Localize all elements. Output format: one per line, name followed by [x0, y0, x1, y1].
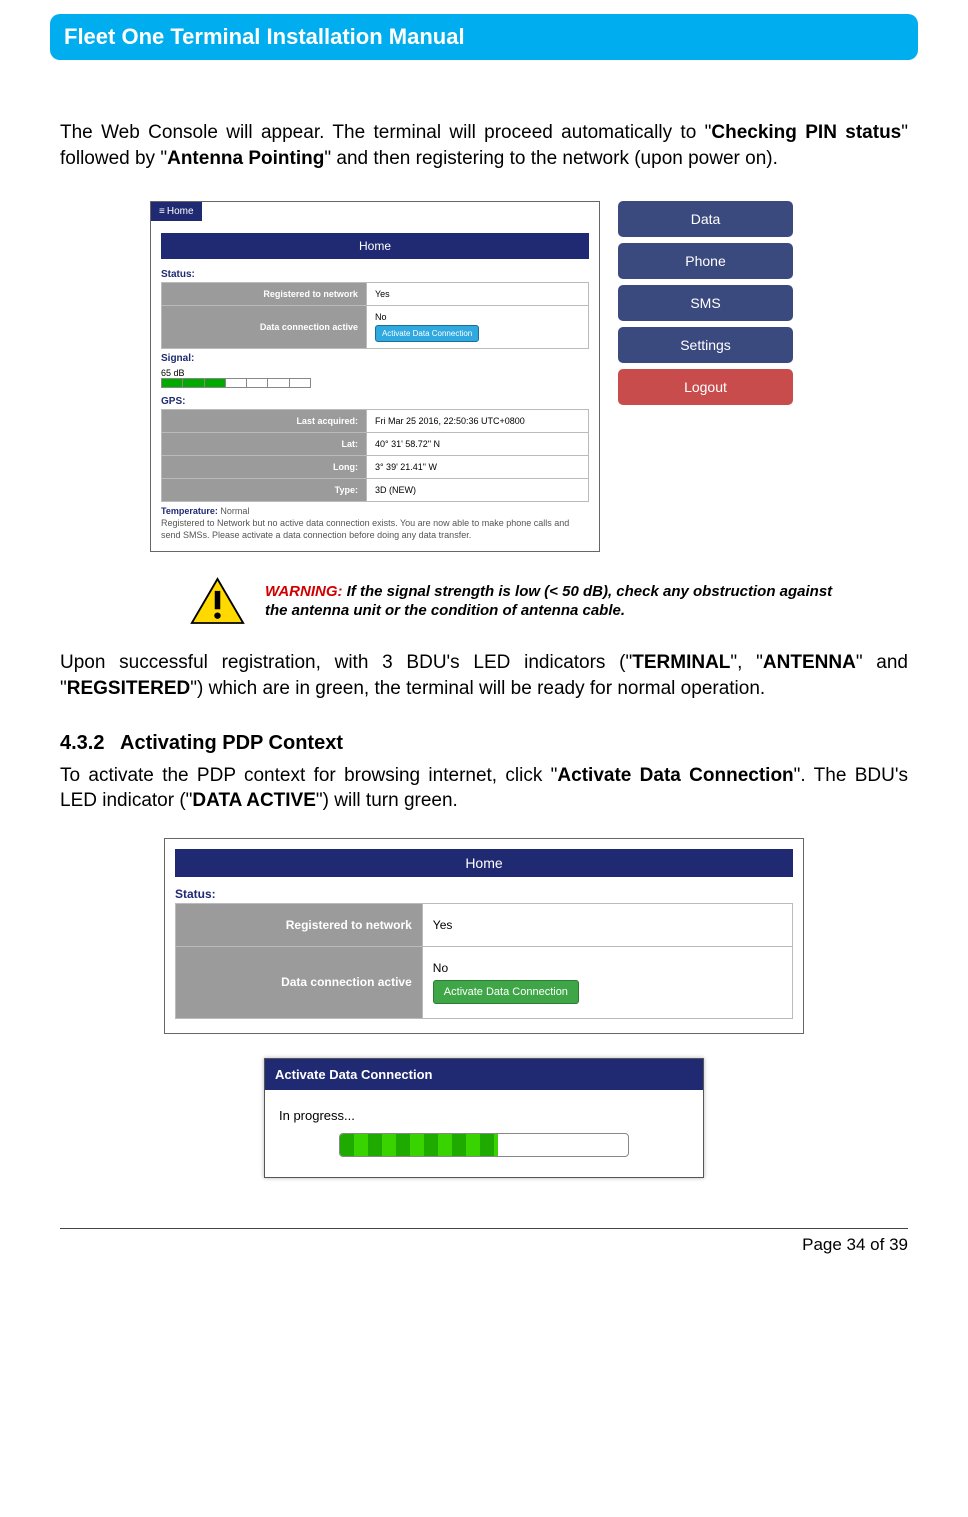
- gps-label: GPS:: [151, 392, 599, 409]
- gps-long-val: 3° 39' 21.41" W: [366, 456, 588, 479]
- signal-label: Signal:: [151, 349, 599, 366]
- section-title: Activating PDP Context: [120, 732, 343, 754]
- status-table: Registered to network Yes Data connectio…: [161, 282, 589, 349]
- nav-button-data[interactable]: Data: [618, 201, 793, 237]
- home-title-bar: Home: [161, 233, 589, 259]
- para3-b1: Activate Data Connection: [557, 765, 793, 786]
- table-row: Last acquired:Fri Mar 25 2016, 22:50:36 …: [162, 410, 589, 433]
- side-nav-buttons: Data Phone SMS Settings Logout: [618, 201, 793, 411]
- nav-button-logout[interactable]: Logout: [618, 369, 793, 405]
- para2-m1: ", ": [730, 652, 763, 673]
- temperature-label: Temperature:: [161, 506, 218, 516]
- section-heading: 4.3.2Activating PDP Context: [60, 732, 908, 755]
- table-row: Registered to network Yes: [162, 283, 589, 306]
- table-row: Registered to network Yes: [176, 903, 793, 946]
- table-row: Lat:40° 31' 58.72" N: [162, 433, 589, 456]
- warning-text: WARNING: If the signal strength is low (…: [265, 582, 855, 621]
- para2-suffix: ") which are in green, the terminal will…: [190, 678, 765, 699]
- table-row: Long:3° 39' 21.41" W: [162, 456, 589, 479]
- home-title-bar-2: Home: [175, 849, 793, 877]
- status-label: Status:: [151, 265, 599, 282]
- para1-b1: Checking PIN status: [711, 122, 901, 143]
- status-data-key: Data connection active: [162, 306, 367, 349]
- signal-meter: [161, 378, 311, 388]
- temperature-value: Normal: [220, 506, 249, 516]
- nav-button-sms[interactable]: SMS: [618, 285, 793, 321]
- para2-b2: ANTENNA: [763, 652, 856, 673]
- status-label-2: Status:: [165, 883, 803, 903]
- document-header: Fleet One Terminal Installation Manual: [50, 14, 918, 60]
- web-console-screenshot: Home Home Status: Registered to network …: [150, 201, 908, 552]
- pdp-paragraph: To activate the PDP context for browsing…: [60, 763, 908, 814]
- status2-data-cell: No Activate Data Connection: [422, 946, 792, 1018]
- para1-prefix: The Web Console will appear. The termina…: [60, 122, 711, 143]
- warning-block: WARNING: If the signal strength is low (…: [190, 576, 908, 626]
- para1-suffix: " and then registering to the network (u…: [324, 148, 778, 169]
- warning-prefix: WARNING:: [265, 583, 343, 600]
- progress-bar: [339, 1133, 629, 1157]
- pdp-screenshot: Home Status: Registered to network Yes D…: [164, 838, 804, 1178]
- registration-paragraph: Upon successful registration, with 3 BDU…: [60, 650, 908, 701]
- activate-data-button-green[interactable]: Activate Data Connection: [433, 980, 579, 1004]
- intro-paragraph: The Web Console will appear. The termina…: [60, 120, 908, 171]
- nav-button-settings[interactable]: Settings: [618, 327, 793, 363]
- page-footer: Page 34 of 39: [60, 1228, 908, 1255]
- para3-suffix: ") will turn green.: [316, 790, 458, 811]
- progress-dialog: Activate Data Connection In progress...: [264, 1058, 704, 1178]
- status2-data-val: No: [433, 961, 448, 975]
- gps-type-val: 3D (NEW): [366, 479, 588, 502]
- gps-lat-val: 40° 31' 58.72" N: [366, 433, 588, 456]
- gps-last-key: Last acquired:: [162, 410, 367, 433]
- warning-icon: [190, 576, 245, 626]
- para3-prefix: To activate the PDP context for browsing…: [60, 765, 557, 786]
- table-row: Data connection active No Activate Data …: [162, 306, 589, 349]
- signal-value: 65 dB: [161, 368, 589, 378]
- gps-table: Last acquired:Fri Mar 25 2016, 22:50:36 …: [161, 409, 589, 502]
- gps-long-key: Long:: [162, 456, 367, 479]
- nav-button-phone[interactable]: Phone: [618, 243, 793, 279]
- status2-reg-key: Registered to network: [176, 903, 423, 946]
- status2-reg-val: Yes: [422, 903, 792, 946]
- web-console-main-panel: Home Home Status: Registered to network …: [150, 201, 600, 552]
- home-tab[interactable]: Home: [151, 202, 202, 221]
- gps-lat-key: Lat:: [162, 433, 367, 456]
- status-reg-key: Registered to network: [162, 283, 367, 306]
- gps-type-key: Type:: [162, 479, 367, 502]
- progress-bar-fill: [340, 1134, 498, 1156]
- para2-b1: TERMINAL: [632, 652, 730, 673]
- dialog-body-text: In progress...: [279, 1108, 689, 1123]
- status-reg-val: Yes: [366, 283, 588, 306]
- para2-prefix: Upon successful registration, with 3 BDU…: [60, 652, 632, 673]
- gps-last-val: Fri Mar 25 2016, 22:50:36 UTC+0800: [366, 410, 588, 433]
- table-row: Type:3D (NEW): [162, 479, 589, 502]
- activate-data-button[interactable]: Activate Data Connection: [375, 325, 479, 342]
- console-note-text: Registered to Network but no active data…: [161, 518, 569, 540]
- para2-b3: REGSITERED: [67, 678, 191, 699]
- status-data-val: No: [375, 312, 387, 322]
- status2-data-key: Data connection active: [176, 946, 423, 1018]
- dialog-title: Activate Data Connection: [265, 1059, 703, 1090]
- para3-b2: DATA ACTIVE: [192, 790, 316, 811]
- status-table-2: Registered to network Yes Data connectio…: [175, 903, 793, 1019]
- section-number: 4.3.2: [60, 732, 120, 755]
- status-data-cell: No Activate Data Connection: [366, 306, 588, 349]
- table-row: Data connection active No Activate Data …: [176, 946, 793, 1018]
- para1-b2: Antenna Pointing: [167, 148, 324, 169]
- warning-body: If the signal strength is low (< 50 dB),…: [265, 583, 832, 620]
